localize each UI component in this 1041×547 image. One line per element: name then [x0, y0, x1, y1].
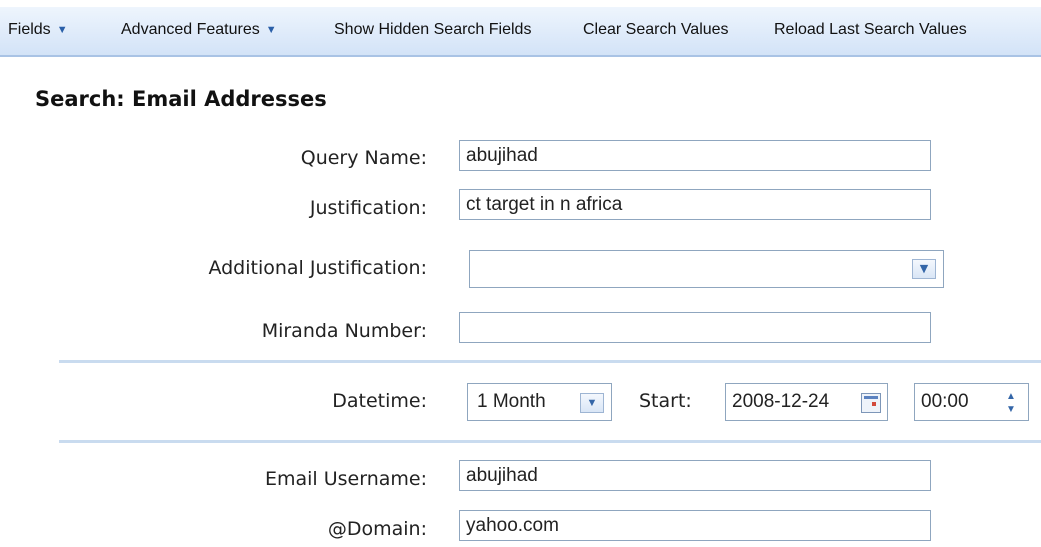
miranda-number-label: Miranda Number: [261, 320, 427, 342]
clear-search-values-button[interactable]: Clear Search Values [583, 21, 729, 39]
fields-menu[interactable]: Fields ▼ [8, 21, 68, 39]
additional-justification-select[interactable]: ▼ [469, 250, 944, 288]
advanced-features-menu[interactable]: Advanced Features ▼ [121, 21, 277, 39]
reload-last-search-values-button[interactable]: Reload Last Search Values [774, 21, 967, 39]
email-username-input[interactable] [459, 460, 931, 491]
query-name-input[interactable] [459, 140, 931, 171]
domain-label: @Domain: [327, 518, 427, 540]
advanced-features-label: Advanced Features [121, 21, 260, 38]
dropdown-button[interactable]: ▼ [580, 393, 604, 413]
datetime-range-value: 1 Month [477, 391, 546, 412]
datetime-range-select[interactable]: 1 Month ▼ [467, 383, 612, 421]
reload-label: Reload Last Search Values [774, 21, 967, 38]
toolbar: Fields ▼ Advanced Features ▼ Show Hidden S… [0, 0, 1041, 57]
start-date-value: 2008-12-24 [732, 391, 830, 412]
start-date-field[interactable]: 2008-12-24 [725, 383, 888, 421]
calendar-icon[interactable] [861, 393, 881, 413]
start-label: Start: [639, 390, 692, 412]
spinner-icon[interactable]: ▲ ▼ [1000, 390, 1022, 416]
additional-justification-label: Additional Justification: [208, 257, 427, 279]
show-hidden-search-fields-button[interactable]: Show Hidden Search Fields [334, 21, 531, 39]
section-divider [59, 440, 1041, 443]
domain-input[interactable] [459, 510, 931, 541]
fields-menu-label: Fields [8, 21, 51, 38]
show-hidden-label: Show Hidden Search Fields [334, 21, 532, 38]
search-window: Fields ▼ Advanced Features ▼ Show Hidden S… [0, 0, 1041, 547]
justification-input[interactable] [459, 189, 931, 220]
query-name-label: Query Name: [300, 147, 427, 169]
dropdown-button[interactable]: ▼ [912, 259, 936, 279]
datetime-label: Datetime: [332, 390, 427, 412]
start-time-value: 00:00 [921, 391, 969, 412]
caret-down-icon: ▼ [265, 24, 277, 36]
spin-up-icon[interactable]: ▲ [1000, 390, 1022, 403]
chevron-down-icon: ▼ [919, 262, 929, 275]
spin-down-icon[interactable]: ▼ [1000, 403, 1022, 416]
section-divider [59, 360, 1041, 363]
miranda-number-input[interactable] [459, 312, 931, 343]
clear-label: Clear Search Values [583, 21, 729, 38]
start-time-field[interactable]: 00:00 ▲ ▼ [914, 383, 1029, 421]
justification-label: Justification: [309, 197, 427, 219]
page-title: Search: Email Addresses [35, 87, 327, 111]
chevron-down-icon: ▼ [586, 397, 598, 409]
caret-down-icon: ▼ [56, 24, 68, 36]
email-username-label: Email Username: [264, 468, 427, 490]
